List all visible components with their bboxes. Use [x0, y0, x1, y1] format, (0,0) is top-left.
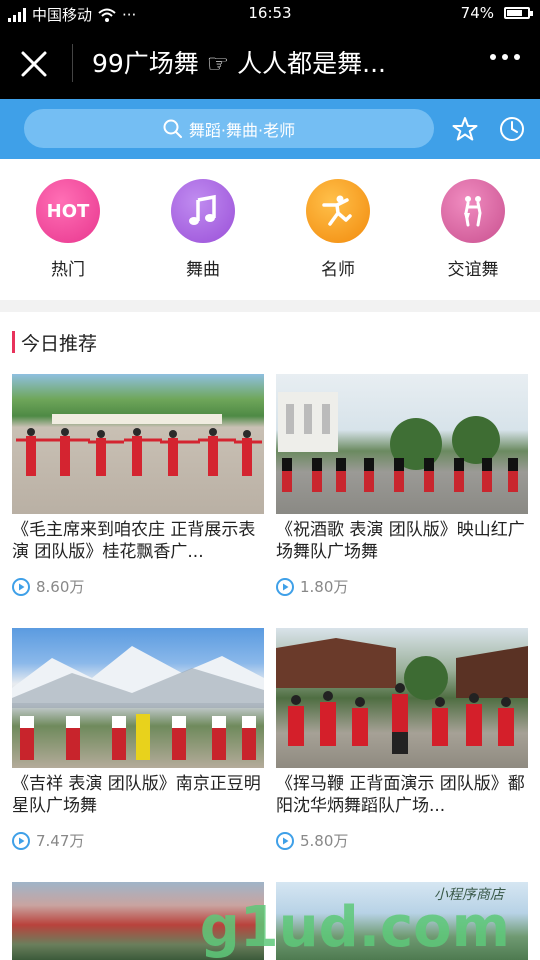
video-title: 《祝酒歌 表演 团队版》映山红广场舞队广场舞 [276, 520, 525, 562]
video-card[interactable]: 《挥马鞭 正背面演示 团队版》鄱阳沈华炳舞蹈队广场... 5.80万 [276, 628, 528, 851]
section-accent-bar [12, 331, 15, 353]
clock-time: 16:53 [248, 4, 292, 22]
play-count-value: 8.60万 [36, 578, 85, 596]
search-placeholder: 舞蹈·舞曲·老师 [188, 120, 296, 140]
battery-icon [504, 7, 533, 19]
dancer-icon [306, 179, 370, 243]
watermark-logo: g1ud.com [199, 895, 510, 960]
category-hot[interactable]: HOT 热门 [18, 179, 118, 280]
video-card[interactable]: 《祝酒歌 表演 团队版》映山红广场舞队广场舞 1.80万 [276, 374, 528, 597]
category-label: 舞曲 [186, 260, 220, 280]
search-bar: 舞蹈·舞曲·老师 [0, 99, 540, 159]
star-icon[interactable] [452, 116, 478, 142]
play-count: 7.47万 [12, 830, 264, 851]
category-label: 交谊舞 [447, 260, 499, 280]
page-title: 99广场舞 ☞ 人人都是舞... [92, 49, 386, 78]
category-bar: HOT 热门 舞曲 名师 交谊舞 [0, 159, 540, 300]
play-count: 1.80万 [276, 576, 528, 597]
watermark-subtext: 小程序商店 [434, 887, 504, 903]
play-count: 5.80万 [276, 830, 528, 851]
video-thumbnail [12, 374, 264, 514]
search-input[interactable]: 舞蹈·舞曲·老师 [24, 109, 434, 148]
play-icon [276, 831, 294, 850]
video-thumbnail [276, 374, 528, 514]
couple-dance-icon [441, 179, 505, 243]
recommend-section: 今日推荐 《毛主席来到咱农庄 正背展示表演 团队版》桂花飘香广... 8.60万 [0, 312, 540, 960]
section-header: 今日推荐 [12, 330, 98, 355]
title-divider [72, 44, 73, 82]
play-icon [12, 577, 30, 596]
more-menu-button[interactable] [490, 54, 520, 60]
category-label: 热门 [51, 260, 85, 280]
play-icon [12, 831, 30, 850]
section-title: 今日推荐 [21, 332, 98, 355]
battery-percent: 74% [460, 4, 494, 22]
video-card[interactable]: 《毛主席来到咱农庄 正背展示表演 团队版》桂花飘香广... 8.60万 [12, 374, 264, 597]
close-icon[interactable] [20, 50, 48, 78]
video-title: 《毛主席来到咱农庄 正背展示表演 团队版》桂花飘香广... [12, 520, 256, 562]
search-icon [163, 119, 182, 138]
category-label: 名师 [321, 260, 355, 280]
play-count-value: 5.80万 [300, 832, 349, 850]
video-card[interactable]: 《吉祥 表演 团队版》南京正豆明星队广场舞 7.47万 [12, 628, 264, 851]
title-bar: 99广场舞 ☞ 人人都是舞... [0, 28, 540, 99]
video-thumbnail [12, 628, 264, 768]
category-music[interactable]: 舞曲 [153, 179, 253, 280]
play-icon [276, 577, 294, 596]
video-title: 《吉祥 表演 团队版》南京正豆明星队广场舞 [12, 774, 261, 816]
hot-icon: HOT [36, 179, 100, 243]
status-bar: 中国移动 ··· 16:53 74% [0, 0, 540, 28]
category-ballroom[interactable]: 交谊舞 [423, 179, 523, 280]
video-title: 《挥马鞭 正背面演示 团队版》鄱阳沈华炳舞蹈队广场... [276, 774, 525, 816]
play-count: 8.60万 [12, 576, 264, 597]
category-teacher[interactable]: 名师 [288, 179, 388, 280]
history-clock-icon[interactable] [499, 116, 525, 142]
play-count-value: 1.80万 [300, 578, 349, 596]
video-thumbnail [276, 628, 528, 768]
music-note-icon [171, 179, 235, 243]
play-count-value: 7.47万 [36, 832, 85, 850]
